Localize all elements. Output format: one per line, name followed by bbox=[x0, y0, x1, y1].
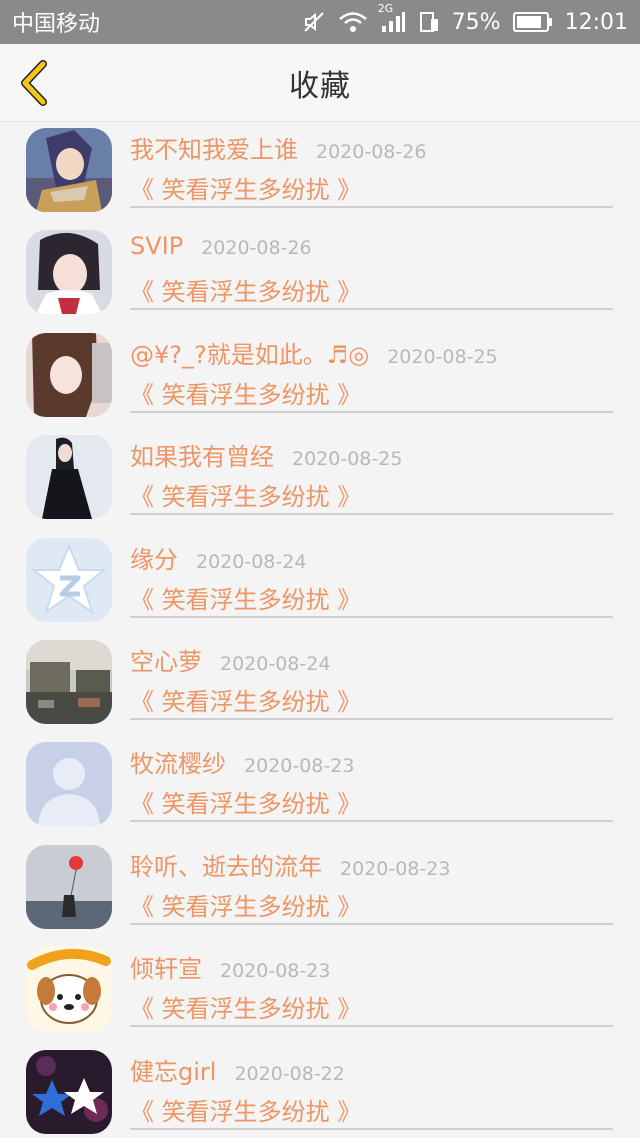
header-bar: 收藏 bbox=[0, 44, 640, 122]
work-title[interactable]: 《 笑看浮生多纷扰 》 bbox=[130, 375, 361, 410]
work-title[interactable]: 《 笑看浮生多纷扰 》 bbox=[130, 580, 361, 615]
network-type-label: 2G bbox=[377, 2, 394, 15]
favorite-date: 2020-08-25 bbox=[292, 448, 403, 471]
divider bbox=[130, 308, 613, 311]
clock: 12:01 bbox=[564, 9, 628, 35]
avatar[interactable] bbox=[26, 1049, 112, 1134]
avatar[interactable] bbox=[26, 332, 112, 417]
work-title[interactable]: 《 笑看浮生多纷扰 》 bbox=[130, 1092, 361, 1127]
favorite-date: 2020-08-26 bbox=[316, 141, 427, 163]
wifi-icon bbox=[338, 10, 368, 34]
status-bar: 中国移动 2G 75% 12:01 bbox=[0, 0, 640, 44]
favorite-date: 2020-08-23 bbox=[244, 755, 355, 778]
favorite-date: 2020-08-23 bbox=[220, 960, 331, 983]
work-title[interactable]: 《 笑看浮生多纷扰 》 bbox=[130, 682, 361, 717]
favorite-date: 2020-08-25 bbox=[387, 345, 498, 368]
user-name: SVIP bbox=[130, 232, 184, 261]
user-name: 倾轩宣 bbox=[130, 955, 202, 984]
avatar[interactable] bbox=[26, 844, 112, 929]
divider bbox=[130, 206, 613, 208]
divider bbox=[130, 513, 613, 516]
work-title[interactable]: 《 笑看浮生多纷扰 》 bbox=[130, 272, 361, 307]
user-name: 牧流樱纱 bbox=[130, 750, 226, 779]
favorite-date: 2020-08-23 bbox=[340, 857, 451, 880]
work-title[interactable]: 《 笑看浮生多纷扰 》 bbox=[130, 477, 361, 512]
divider bbox=[130, 615, 613, 618]
favorite-date: 2020-08-26 bbox=[201, 237, 312, 260]
user-name: 我不知我爱上谁 bbox=[130, 136, 298, 164]
favorite-date: 2020-08-22 bbox=[234, 1062, 345, 1085]
work-title[interactable]: 《 笑看浮生多纷扰 》 bbox=[130, 170, 361, 205]
list-item[interactable]: SVIP 2020-08-26 《 笑看浮生多纷扰 》 bbox=[0, 224, 640, 326]
favorite-date: 2020-08-24 bbox=[196, 550, 307, 573]
work-title[interactable]: 《 笑看浮生多纷扰 》 bbox=[130, 989, 361, 1024]
avatar[interactable] bbox=[26, 435, 112, 520]
list-item[interactable]: 牧流樱纱 2020-08-23 《 笑看浮生多纷扰 》 bbox=[0, 736, 640, 838]
user-name: 聆听、逝去的流年 bbox=[130, 852, 322, 881]
battery-percent: 75% bbox=[451, 9, 501, 35]
avatar[interactable] bbox=[26, 128, 112, 212]
sim-icon bbox=[418, 10, 440, 34]
avatar[interactable] bbox=[26, 640, 112, 724]
avatar[interactable] bbox=[26, 947, 112, 1032]
favorite-date: 2020-08-24 bbox=[220, 653, 331, 675]
avatar[interactable] bbox=[26, 742, 112, 827]
user-name: 缘分 bbox=[130, 545, 178, 574]
user-name: 如果我有曾经 bbox=[130, 443, 274, 472]
page-title: 收藏 bbox=[289, 69, 351, 104]
divider bbox=[130, 820, 613, 823]
list-item[interactable]: 如果我有曾经 2020-08-25 《 笑看浮生多纷扰 》 bbox=[0, 429, 640, 531]
mute-icon bbox=[302, 10, 326, 34]
list-item[interactable]: 空心萝 2020-08-24 《 笑看浮生多纷扰 》 bbox=[0, 634, 640, 736]
battery-icon bbox=[512, 11, 553, 33]
carrier-label: 中国移动 bbox=[12, 12, 101, 37]
divider bbox=[130, 922, 613, 925]
list-item[interactable]: 健忘girl 2020-08-22 《 笑看浮生多纷扰 》 bbox=[0, 1044, 640, 1138]
divider bbox=[130, 410, 613, 413]
user-name: @¥?_?就是如此。♬◎ bbox=[130, 340, 370, 369]
list-item[interactable]: 缘分 2020-08-24 《 笑看浮生多纷扰 》 bbox=[0, 532, 640, 634]
user-name: 健忘girl bbox=[130, 1057, 217, 1086]
divider bbox=[130, 1025, 613, 1028]
list-item[interactable]: 我不知我爱上谁 2020-08-26 《 笑看浮生多纷扰 》 bbox=[0, 122, 640, 224]
avatar[interactable] bbox=[26, 230, 112, 315]
list-item[interactable]: 聆听、逝去的流年 2020-08-23 《 笑看浮生多纷扰 》 bbox=[0, 839, 640, 941]
avatar[interactable] bbox=[26, 537, 112, 622]
status-icons: 2G 75% 12:01 bbox=[302, 2, 628, 35]
divider bbox=[130, 1127, 613, 1130]
favorites-list: 我不知我爱上谁 2020-08-26 《 笑看浮生多纷扰 》 SVIP 2020… bbox=[0, 122, 640, 1138]
divider bbox=[130, 718, 613, 720]
user-name: 空心萝 bbox=[130, 648, 202, 676]
signal-icon: 2G bbox=[378, 2, 406, 34]
list-item[interactable]: 倾轩宣 2020-08-23 《 笑看浮生多纷扰 》 bbox=[0, 941, 640, 1043]
work-title[interactable]: 《 笑看浮生多纷扰 》 bbox=[130, 887, 361, 922]
work-title[interactable]: 《 笑看浮生多纷扰 》 bbox=[130, 784, 361, 819]
list-item[interactable]: @¥?_?就是如此。♬◎ 2020-08-25 《 笑看浮生多纷扰 》 bbox=[0, 327, 640, 429]
